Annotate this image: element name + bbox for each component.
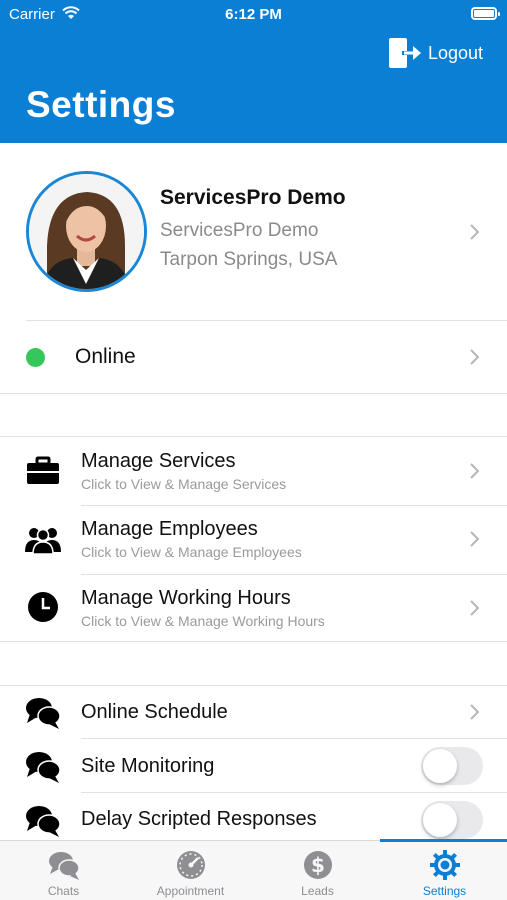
profile-name: ServicesPro Demo (160, 186, 346, 209)
manage-services-row[interactable]: Manage Services Click to View & Manage S… (0, 437, 507, 505)
battery-icon (471, 7, 500, 20)
chat-bubbles-icon (24, 748, 62, 786)
tab-chats[interactable]: Chats (0, 841, 127, 900)
manage-employees-row[interactable]: Manage Employees Click to View & Manage … (0, 506, 507, 574)
site-monitoring-row: Site Monitoring (0, 739, 507, 793)
divider (0, 641, 507, 642)
profile-location: Tarpon Springs, USA (160, 249, 338, 270)
tab-bar: Chats Appointment $ Leads Settings (0, 839, 507, 900)
delay-scripted-responses-toggle[interactable] (421, 801, 483, 839)
header: Carrier 6:12 PM Logout Settings (0, 0, 507, 143)
tab-label: Leads (301, 884, 334, 898)
status-bar: Carrier 6:12 PM (0, 0, 507, 30)
chevron-right-icon (470, 531, 479, 547)
clock-icon (24, 588, 62, 626)
row-title: Manage Services (81, 450, 236, 472)
online-status-row[interactable]: Online (0, 321, 507, 393)
profile-company: ServicesPro Demo (160, 220, 319, 241)
row-title: Manage Working Hours (81, 587, 291, 609)
tab-settings[interactable]: Settings (381, 841, 507, 900)
manage-working-hours-row[interactable]: Manage Working Hours Click to View & Man… (0, 575, 507, 642)
chevron-right-icon (470, 349, 479, 365)
logout-label: Logout (427, 42, 483, 63)
briefcase-icon (24, 452, 62, 490)
chat-bubbles-icon (24, 694, 62, 732)
logout-button[interactable]: Logout (388, 37, 483, 69)
chat-bubbles-icon (24, 802, 62, 840)
row-subtitle: Click to View & Manage Services (81, 476, 287, 492)
divider (0, 393, 507, 394)
tab-label: Chats (47, 884, 80, 898)
profile-row[interactable]: ServicesPro Demo ServicesPro Demo Tarpon… (0, 143, 507, 320)
speedometer-icon (176, 851, 205, 879)
row-title: Online Schedule (81, 701, 228, 723)
status-dot-icon (26, 348, 45, 367)
row-title: Site Monitoring (81, 755, 215, 777)
toggle-knob (423, 749, 457, 783)
row-subtitle: Click to View & Manage Working Hours (81, 613, 325, 629)
row-title: Delay Scripted Responses (81, 808, 317, 830)
tab-appointment[interactable]: Appointment (127, 841, 254, 900)
chevron-right-icon (470, 600, 479, 616)
row-subtitle: Click to View & Manage Employees (81, 544, 302, 560)
people-icon (24, 520, 62, 558)
online-status-label: Online (75, 345, 136, 368)
dollar-icon: $ (303, 851, 332, 879)
tab-label: Appointment (156, 884, 225, 898)
chevron-right-icon (470, 224, 479, 240)
gear-icon (429, 850, 460, 880)
page-title: Settings (26, 84, 176, 125)
toggle-knob (423, 803, 457, 837)
chats-icon (48, 852, 80, 880)
online-schedule-row[interactable]: Online Schedule (0, 686, 507, 739)
chevron-right-icon (470, 704, 479, 720)
delay-scripted-responses-row: Delay Scripted Responses (0, 793, 507, 840)
svg-text:$: $ (311, 853, 325, 877)
chevron-right-icon (470, 463, 479, 479)
row-title: Manage Employees (81, 518, 258, 540)
logout-icon (388, 38, 421, 68)
status-time: 6:12 PM (225, 6, 282, 23)
avatar-image (29, 174, 144, 289)
avatar (26, 171, 147, 292)
tab-label: Settings (422, 884, 467, 898)
site-monitoring-toggle[interactable] (421, 747, 483, 785)
tab-leads[interactable]: $ Leads (254, 841, 381, 900)
